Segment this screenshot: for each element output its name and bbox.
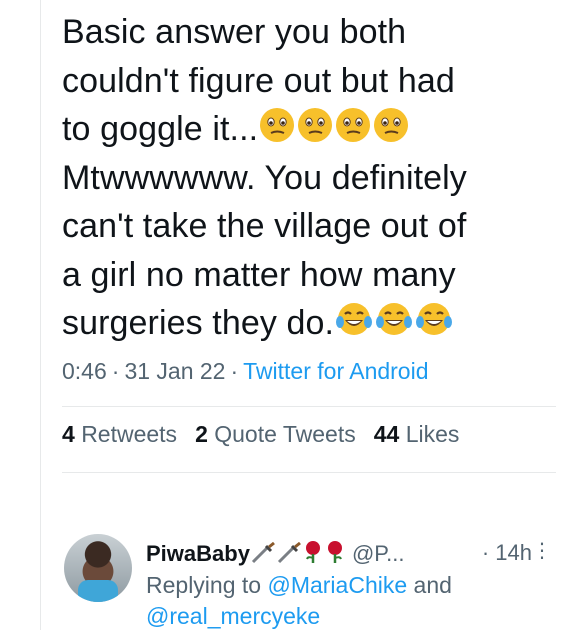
confused-face-icon (372, 106, 410, 144)
retweets-label: Retweets (81, 421, 178, 447)
quote-tweets-label: Quote Tweets (214, 421, 356, 447)
tweet-line: can't take the village out of (62, 207, 467, 245)
quote-tweets-count: 2 (195, 421, 208, 447)
tweet-source-link[interactable]: Twitter for Android (243, 358, 428, 384)
avatar[interactable] (64, 534, 132, 602)
tweet-time[interactable]: 0:46 (62, 358, 107, 384)
mention-link[interactable]: @real_mercyeke (146, 603, 320, 629)
tweet-meta: 0:46 · 31 Jan 22 · Twitter for Android (62, 358, 429, 385)
divider (62, 472, 556, 473)
confused-face-icon (296, 106, 334, 144)
tweet-line: couldn't figure out but had (62, 61, 455, 100)
rose-icon (324, 540, 346, 570)
reply-display-name: PiwaBaby (146, 541, 250, 566)
mention-link[interactable]: @MariaChike (267, 572, 407, 598)
reply-author[interactable]: PiwaBaby @P... (146, 540, 404, 570)
replying-and: and (413, 572, 452, 598)
tweet-line: a girl no matter how many (62, 255, 456, 294)
meta-separator: · (111, 358, 120, 384)
dagger-icon (250, 541, 276, 570)
tweet-line: Mtwwwwww. You definitely (62, 158, 467, 197)
tweet-line: to goggle it... (62, 105, 542, 154)
replying-prefix: Replying to (146, 572, 262, 598)
likes-count: 44 (373, 421, 400, 447)
tweet-text: Basic answer you both couldn't figure ou… (62, 8, 542, 348)
tweet-date[interactable]: 31 Jan 22 (124, 358, 225, 384)
likes-stat[interactable]: 44 Likes (374, 421, 460, 447)
reply-handle: @P... (351, 541, 405, 566)
laughing-tears-icon (374, 300, 414, 338)
meta-separator: · (230, 358, 239, 384)
retweets-stat[interactable]: 4 Retweets (62, 421, 177, 447)
confused-face-icon (334, 106, 372, 144)
tweet-line: Basic answer you both (62, 13, 407, 51)
more-options-icon[interactable]: ⋮ (532, 538, 552, 563)
retweets-count: 4 (62, 421, 75, 447)
dagger-icon (276, 541, 302, 570)
tweet-line: surgeries they do. (62, 299, 542, 348)
likes-label: Likes (405, 421, 460, 447)
laughing-tears-icon (414, 300, 454, 338)
tweet-line-text: to goggle it... (62, 110, 259, 148)
laughing-tears-icon (334, 300, 374, 338)
confused-face-icon (258, 106, 296, 144)
reply-time[interactable]: · 14h (482, 540, 532, 566)
tweet-line-text: surgeries they do. (62, 304, 335, 342)
divider (62, 406, 556, 407)
rose-icon (302, 540, 324, 570)
quote-tweets-stat[interactable]: 2 Quote Tweets (195, 421, 356, 447)
reply-tweet[interactable]: PiwaBaby @P... · 14h ⋮ Replying to @Maria… (62, 530, 556, 630)
replying-to: Replying to @MariaChike and @real_mercye… (146, 570, 566, 632)
tweet-stats: 4 Retweets 2 Quote Tweets 44 Likes (62, 421, 459, 448)
